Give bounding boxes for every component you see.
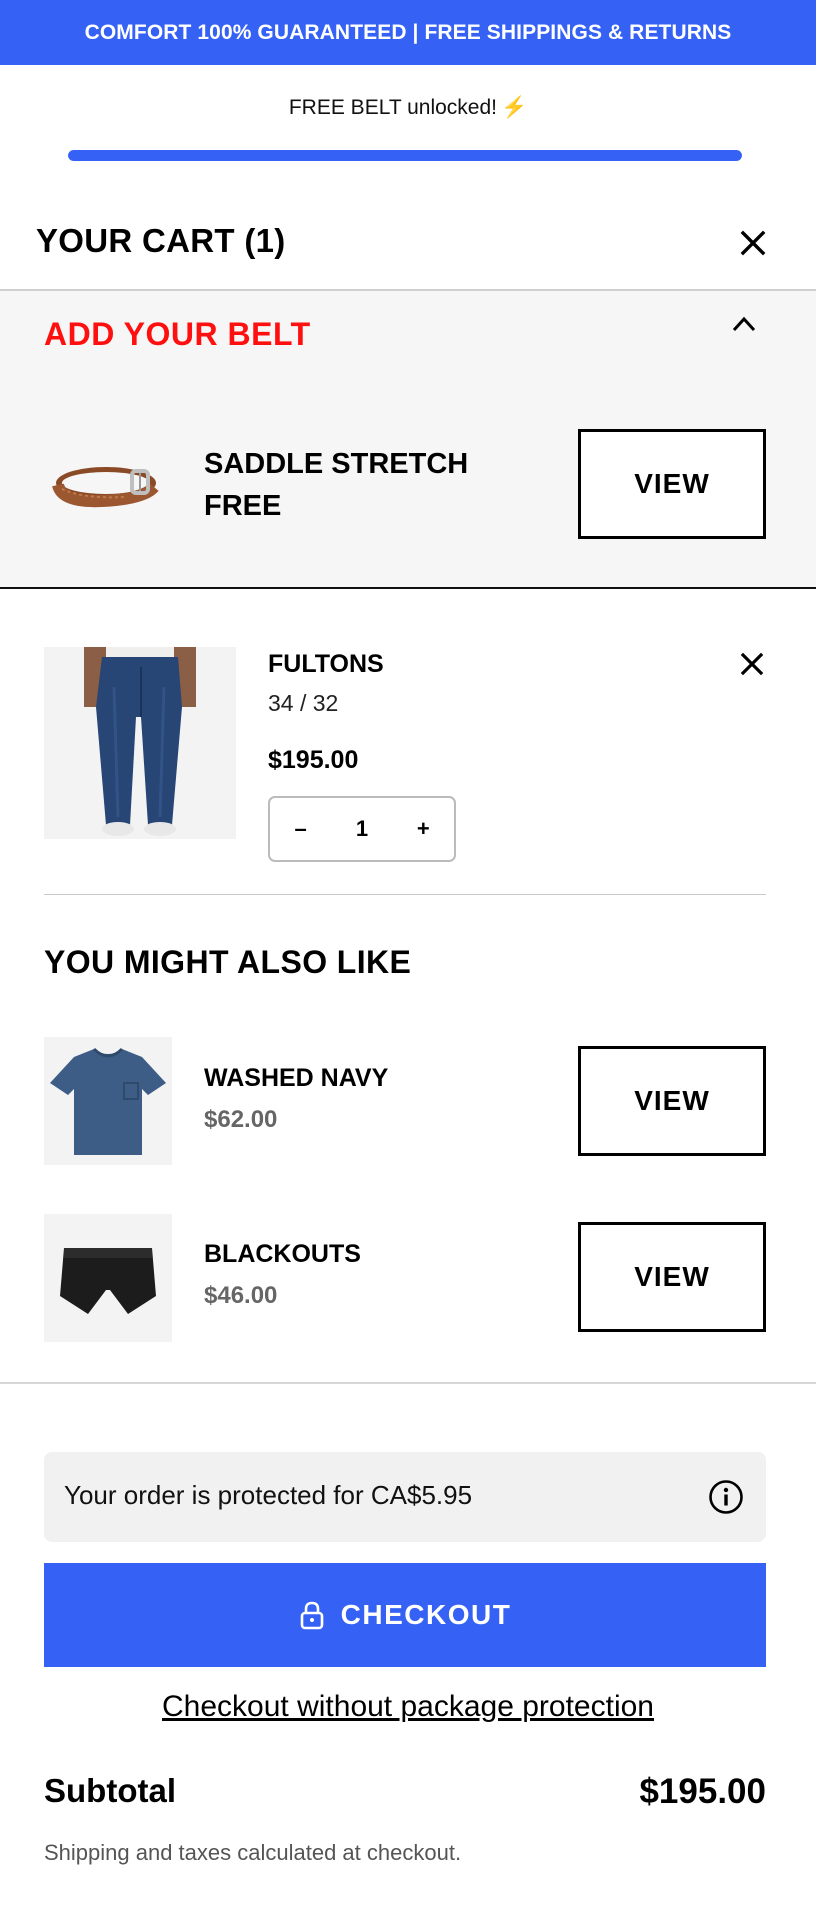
line-item-name: FULTONS (268, 650, 384, 678)
belt-view-button[interactable]: VIEW (578, 429, 766, 539)
rec-item-name: WASHED NAVY (204, 1064, 389, 1092)
quantity-stepper: – 1 + (268, 796, 456, 862)
footer-divider (0, 1382, 816, 1384)
belt-product-name: SADDLE STRETCH FREE (204, 443, 468, 527)
announcement-text: COMFORT 100% GUARANTEED | FREE SHIPPINGS… (84, 20, 732, 44)
blackouts-image (44, 1214, 172, 1342)
shipping-note: Shipping and taxes calculated at checkou… (44, 1840, 462, 1865)
checkout-button[interactable]: CHECKOUT (44, 1563, 766, 1667)
subtotal-label: Subtotal (44, 1772, 176, 1809)
washed-navy-view-button[interactable]: VIEW (578, 1046, 766, 1156)
subtotal-value: $195.00 (639, 1772, 766, 1811)
protection-text: Your order is protected for CA$5.95 (64, 1480, 473, 1510)
package-protection: Your order is protected for CA$5.95 (44, 1452, 766, 1542)
chevron-up-icon[interactable] (731, 315, 757, 333)
increment-button[interactable]: + (408, 816, 438, 842)
cart-header: YOUR CART (1) (0, 214, 816, 290)
rec-item-name: BLACKOUTS (204, 1240, 361, 1268)
rec-item-price: $62.00 (204, 1106, 278, 1133)
lock-icon (300, 1601, 323, 1630)
info-icon[interactable] (708, 1479, 744, 1515)
cart-title: YOUR CART (1) (36, 222, 286, 259)
belt-product-price: FREE (204, 490, 282, 522)
belt-product-image (52, 467, 159, 508)
line-item-variant: 34 / 32 (268, 690, 339, 716)
close-icon[interactable] (740, 230, 766, 256)
announcement-bar: COMFORT 100% GUARANTEED | FREE SHIPPINGS… (0, 0, 816, 65)
checkout-without-protection-link[interactable]: Checkout without package protection (0, 1690, 816, 1724)
washed-navy-image (44, 1037, 172, 1165)
decrement-button[interactable]: – (286, 816, 316, 842)
rec-item-price: $46.00 (204, 1282, 278, 1309)
item-divider (44, 894, 766, 895)
remove-item-icon[interactable] (740, 652, 764, 676)
fultons-product-image (44, 647, 236, 839)
progress-message: FREE BELT unlocked! ⚡ (0, 96, 816, 120)
line-item-price: $195.00 (268, 746, 359, 774)
checkout-label: CHECKOUT (340, 1599, 512, 1630)
lightning-icon: ⚡ (501, 96, 528, 119)
blackouts-view-button[interactable]: VIEW (578, 1222, 766, 1332)
belt-offer-panel: ADD YOUR BELT SADDLE STRETCH FREE VIEW (0, 291, 816, 589)
progress-bar (68, 150, 742, 161)
progress-bar-fill (68, 150, 742, 161)
belt-product-title: SADDLE STRETCH (204, 448, 469, 480)
recommendations-title: YOU MIGHT ALSO LIKE (44, 944, 412, 980)
progress-message-text: FREE BELT unlocked! (288, 96, 497, 119)
quantity-value[interactable]: 1 (347, 816, 377, 842)
belt-offer-heading: ADD YOUR BELT (44, 316, 311, 352)
